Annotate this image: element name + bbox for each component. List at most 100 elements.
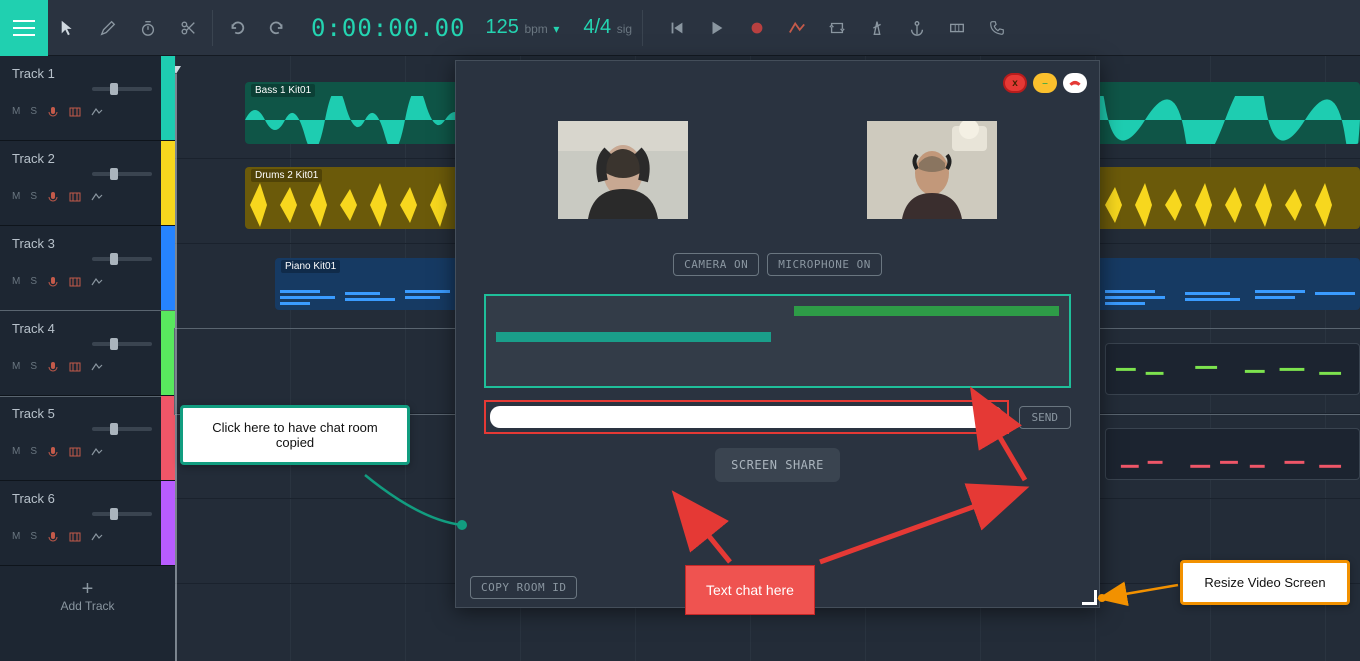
- piano-icon[interactable]: [69, 190, 81, 202]
- solo-button[interactable]: S: [30, 106, 37, 117]
- track-header-6[interactable]: Track 6 M S: [0, 481, 175, 566]
- track-color: [161, 226, 175, 310]
- redo-button[interactable]: [257, 0, 297, 56]
- skip-start-button[interactable]: [657, 0, 697, 56]
- track-name: Track 5: [12, 406, 175, 421]
- chat-messages[interactable]: [484, 294, 1071, 388]
- mute-button[interactable]: M: [12, 191, 20, 202]
- chat-input[interactable]: [490, 406, 1003, 428]
- timecode-display[interactable]: 0:00:00.00: [297, 14, 480, 42]
- divider: [212, 10, 213, 46]
- video-feeds: [468, 121, 1087, 219]
- mic-icon[interactable]: [47, 190, 59, 202]
- piano-icon[interactable]: [69, 530, 81, 542]
- microphone-toggle-button[interactable]: MICROPHONE ON: [767, 253, 882, 276]
- piano-icon[interactable]: [69, 275, 81, 287]
- midi-clip-track4[interactable]: [1105, 343, 1360, 395]
- track-header-4[interactable]: Track 4 M S: [0, 311, 175, 396]
- record-button[interactable]: [737, 0, 777, 56]
- mic-icon[interactable]: [47, 530, 59, 542]
- send-button[interactable]: SEND: [1019, 406, 1072, 429]
- automation-icon[interactable]: [91, 530, 103, 542]
- scissors-tool[interactable]: [168, 0, 208, 56]
- callout-text: Resize Video Screen: [1204, 575, 1325, 590]
- video-minimize-button[interactable]: –: [1033, 73, 1057, 93]
- video-chat-panel[interactable]: x –: [455, 60, 1100, 608]
- resize-handle[interactable]: [1081, 589, 1099, 607]
- plus-icon: +: [82, 579, 94, 599]
- bpm-value: 125: [486, 16, 519, 38]
- callout-text: Text chat here: [706, 582, 794, 598]
- mute-button[interactable]: M: [12, 276, 20, 287]
- undo-button[interactable]: [217, 0, 257, 56]
- mute-button[interactable]: M: [12, 361, 20, 372]
- video-hangup-button[interactable]: [1063, 73, 1087, 93]
- pencil-tool[interactable]: [88, 0, 128, 56]
- automation-icon[interactable]: [91, 105, 103, 117]
- mute-button[interactable]: M: [12, 106, 20, 117]
- volume-slider[interactable]: [92, 427, 152, 431]
- mute-button[interactable]: M: [12, 446, 20, 457]
- track-color: [161, 481, 175, 565]
- solo-button[interactable]: S: [30, 276, 37, 287]
- copy-room-id-button[interactable]: COPY ROOM ID: [470, 576, 577, 599]
- track-color: [161, 141, 175, 225]
- add-track-button[interactable]: + Add Track: [0, 566, 175, 626]
- solo-button[interactable]: S: [30, 531, 37, 542]
- pointer-tool[interactable]: [48, 0, 88, 56]
- bpm-display[interactable]: 125 bpm ▾: [480, 16, 566, 39]
- track-name: Track 1: [12, 66, 175, 81]
- mic-icon[interactable]: [47, 275, 59, 287]
- track-name: Track 6: [12, 491, 175, 506]
- snap-button[interactable]: [937, 0, 977, 56]
- timesig-value: 4/4: [583, 16, 611, 38]
- mic-icon[interactable]: [47, 105, 59, 117]
- video-feed-remote[interactable]: [867, 121, 997, 219]
- screen-share-button[interactable]: SCREEN SHARE: [715, 448, 840, 482]
- track-header-5[interactable]: Track 5 M S: [0, 396, 175, 481]
- timesig-display[interactable]: 4/4 sig: [565, 16, 638, 39]
- automation-icon[interactable]: [91, 190, 103, 202]
- video-close-button[interactable]: x: [1003, 73, 1027, 93]
- volume-slider[interactable]: [92, 257, 152, 261]
- solo-button[interactable]: S: [30, 446, 37, 457]
- volume-slider[interactable]: [92, 87, 152, 91]
- track-header-3[interactable]: Track 3 M S: [0, 226, 175, 311]
- automation-icon[interactable]: [91, 275, 103, 287]
- track-name: Track 3: [12, 236, 175, 251]
- automation-button[interactable]: [777, 0, 817, 56]
- timesig-label: sig: [617, 22, 632, 36]
- menu-button[interactable]: [0, 0, 48, 56]
- piano-icon[interactable]: [69, 105, 81, 117]
- loop-button[interactable]: [817, 0, 857, 56]
- mute-button[interactable]: M: [12, 531, 20, 542]
- solo-button[interactable]: S: [30, 361, 37, 372]
- timer-tool[interactable]: [128, 0, 168, 56]
- track-color: [161, 311, 175, 395]
- video-feed-local[interactable]: [558, 121, 688, 219]
- piano-icon[interactable]: [69, 360, 81, 372]
- volume-slider[interactable]: [92, 172, 152, 176]
- piano-icon[interactable]: [69, 445, 81, 457]
- automation-icon[interactable]: [91, 360, 103, 372]
- callout-copy-room: Click here to have chat room copied: [180, 405, 410, 465]
- mic-icon[interactable]: [47, 445, 59, 457]
- divider: [642, 10, 643, 46]
- phone-button[interactable]: [977, 0, 1017, 56]
- track-header-1[interactable]: Track 1 M S: [0, 56, 175, 141]
- play-button[interactable]: [697, 0, 737, 56]
- metronome-button[interactable]: [857, 0, 897, 56]
- chat-input-highlight: [484, 400, 1009, 434]
- volume-slider[interactable]: [92, 342, 152, 346]
- automation-icon[interactable]: [91, 445, 103, 457]
- camera-toggle-button[interactable]: CAMERA ON: [673, 253, 759, 276]
- track-header-2[interactable]: Track 2 M S: [0, 141, 175, 226]
- bpm-label: bpm: [524, 22, 547, 36]
- track-color: [161, 56, 175, 140]
- midi-clip-track5[interactable]: Kit01: [1105, 428, 1360, 480]
- solo-button[interactable]: S: [30, 191, 37, 202]
- volume-slider[interactable]: [92, 512, 152, 516]
- top-toolbar: 0:00:00.00 125 bpm ▾ 4/4 sig: [0, 0, 1360, 56]
- anchor-button[interactable]: [897, 0, 937, 56]
- mic-icon[interactable]: [47, 360, 59, 372]
